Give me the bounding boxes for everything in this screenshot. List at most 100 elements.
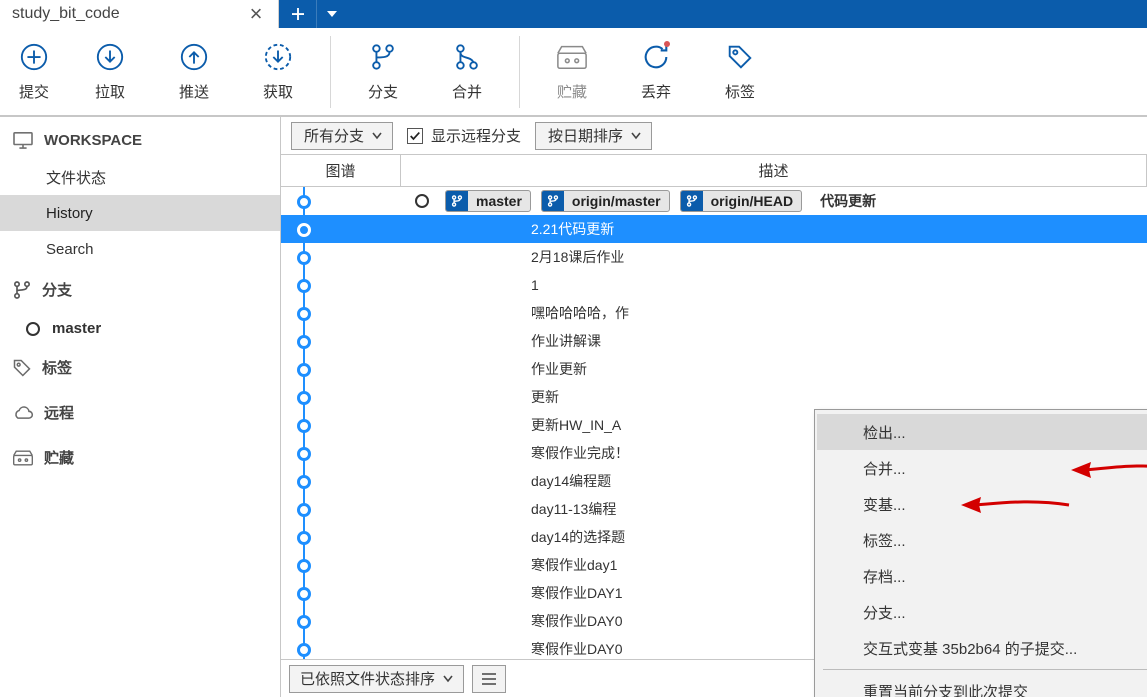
stash-icon [556,41,588,73]
context-menu-item[interactable]: 存档... [817,558,1147,594]
commit-row[interactable]: 嘿哈哈哈哈，作 [281,299,1147,327]
sidebar-tags-header[interactable]: 标签 [0,345,280,390]
add-tab-button[interactable] [279,0,317,28]
commit-button[interactable]: 提交 [0,28,68,116]
repo-tab[interactable]: study_bit_code × [0,0,279,28]
commit-description: 作业更新 [531,359,587,379]
commit-description: day14的选择题 [531,527,625,547]
commit-list: master origin/master origin/HEAD 代码更新 2.21代码… [281,187,1147,697]
commit-icon [18,41,50,73]
branch-label: 分支 [368,81,398,102]
sidebar-remote-header[interactable]: 远程 [0,390,280,435]
show-remote-checkbox[interactable]: 显示远程分支 [407,125,521,146]
col-graph[interactable]: 图谱 [281,155,401,186]
local-head-bullet-icon [415,194,429,208]
workspace-title: WORKSPACE [44,132,142,149]
context-menu-item[interactable]: 重置当前分支到此次提交 [817,673,1147,697]
branch-badge[interactable]: origin/master [541,190,670,212]
push-label: 推送 [179,81,209,102]
branch-badge-text: origin/HEAD [703,193,801,209]
push-icon [178,41,210,73]
stash-icon [12,449,34,467]
pull-button[interactable]: 拉取 [68,28,152,116]
sidebar-item-history[interactable]: History [0,195,280,231]
tab-menu-button[interactable] [317,0,347,28]
context-menu-item[interactable]: 合并... [817,450,1147,486]
discard-label: 丢弃 [641,81,671,102]
commit-description: 代码更新 [820,191,876,211]
workspace-header[interactable]: WORKSPACE [0,117,280,159]
sidebar-item-file-status[interactable]: 文件状态 [0,159,280,195]
tag-icon [12,358,32,378]
sidebar-tags-title: 标签 [42,357,72,378]
branch-filter-select[interactable]: 所有分支 [291,122,393,150]
sidebar-stash-title: 贮藏 [44,447,74,468]
commit-description: 寒假作业完成！ [531,443,629,463]
toolbar-separator [330,36,331,108]
context-menu-item[interactable]: 交互式变基 35b2b64 的子提交... [817,630,1147,666]
context-menu-item[interactable]: 检出... [817,414,1147,450]
list-icon [481,672,497,686]
commit-row[interactable]: 2.21代码更新 [281,215,1147,243]
merge-label: 合并 [452,81,482,102]
stash-button[interactable]: 贮藏 [530,28,614,116]
commit-description: 寒假作业day1 [531,555,617,575]
commit-description: 1 [531,277,539,293]
commit-row-head[interactable]: master origin/master origin/HEAD 代码更新 [281,187,1147,215]
tag-label: 标签 [725,81,755,102]
commit-description: 2.21代码更新 [531,219,614,239]
fetch-label: 获取 [263,81,293,102]
sidebar-branch-master[interactable]: master [0,312,280,345]
sidebar-branch-header[interactable]: 分支 [0,267,280,312]
commit-description: 2月18课后作业 [531,247,624,267]
file-sort-select[interactable]: 已依照文件状态排序 [289,665,464,693]
branch-badge[interactable]: master [445,190,531,212]
toolbar-separator [519,36,520,108]
commit-row[interactable]: 2月18课后作业 [281,243,1147,271]
filter-bar: 所有分支 显示远程分支 按日期排序 [281,117,1147,155]
chevron-down-icon [372,132,382,140]
plus-icon [289,5,307,23]
tab-strip: study_bit_code × [0,0,1147,28]
branch-button[interactable]: 分支 [341,28,425,116]
sort-select[interactable]: 按日期排序 [535,122,652,150]
current-branch-bullet-icon [26,322,40,336]
push-button[interactable]: 推送 [152,28,236,116]
commit-row[interactable]: 1 [281,271,1147,299]
discard-icon [640,41,672,73]
content-pane: 所有分支 显示远程分支 按日期排序 图谱 描述 master origin/mas… [281,117,1147,697]
branch-badge-text: master [468,193,530,209]
context-menu-item[interactable]: 标签... [817,522,1147,558]
repo-tab-title: study_bit_code [12,5,246,23]
pull-icon [94,41,126,73]
commit-headers: 图谱 描述 [281,155,1147,187]
git-branch-icon [446,191,468,211]
col-desc[interactable]: 描述 [401,155,1147,186]
commit-row[interactable]: 作业更新 [281,355,1147,383]
sidebar-stash-header[interactable]: 贮藏 [0,435,280,480]
context-menu-item[interactable]: 分支... [817,594,1147,630]
branch-icon [367,41,399,73]
monitor-icon [12,131,34,149]
close-icon[interactable]: × [246,4,266,24]
merge-button[interactable]: 合并 [425,28,509,116]
fetch-icon [262,41,294,73]
fetch-button[interactable]: 获取 [236,28,320,116]
git-branch-icon [542,191,564,211]
commit-context-menu: 检出...合并...变基...标签...存档...分支...交互式变基 35b2… [814,409,1147,697]
discard-button[interactable]: 丢弃 [614,28,698,116]
tag-button[interactable]: 标签 [698,28,782,116]
context-menu-item[interactable]: 变基... [817,486,1147,522]
commit-row[interactable]: 作业讲解课 [281,327,1147,355]
view-mode-button[interactable] [472,665,506,693]
cloud-icon [12,405,34,421]
chevron-down-icon [325,9,339,19]
commit-description: day11-13编程 [531,499,616,519]
commit-description: 更新 [531,387,559,407]
sidebar-item-search[interactable]: Search [0,231,280,267]
branch-badge[interactable]: origin/HEAD [680,190,802,212]
main-toolbar: 提交 拉取 推送 获取 分支 合并 贮藏 [0,28,1147,116]
commit-row[interactable]: 更新 [281,383,1147,411]
commit-description: 嘿哈哈哈哈，作 [531,303,629,323]
commit-description: day14编程题 [531,471,611,491]
